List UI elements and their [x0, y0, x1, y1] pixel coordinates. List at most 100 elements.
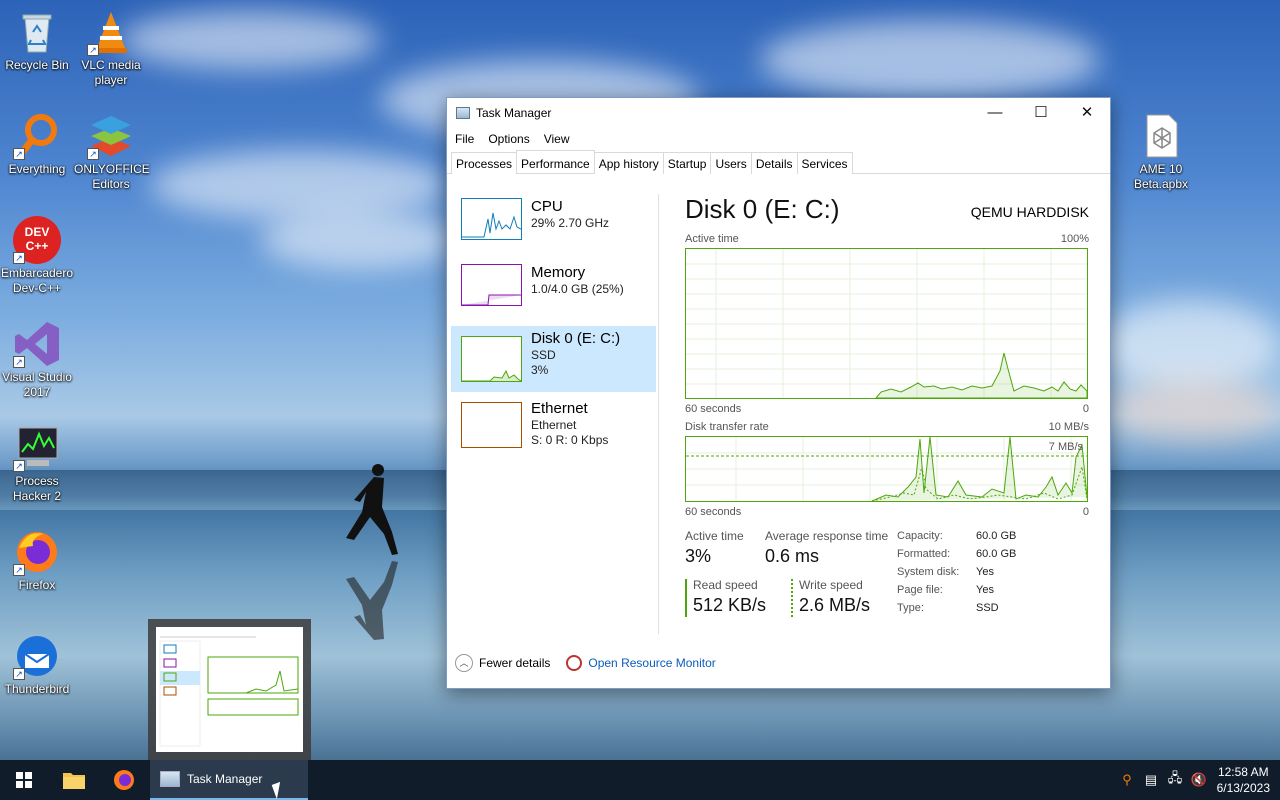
windows-logo-icon: [16, 772, 32, 788]
task-manager-icon: [456, 107, 470, 119]
task-manager-icon: [160, 771, 180, 787]
sidebar-item-detail: 29% 2.70 GHz: [531, 216, 610, 230]
transfer-rate-graph-max: 10 MB/s: [1048, 421, 1089, 433]
minimize-button[interactable]: —: [972, 98, 1018, 128]
transfer-rate-axis-right: 0: [1082, 506, 1089, 518]
desktop-icon-apbx-file[interactable]: AME 10 Beta.apbx: [1124, 112, 1198, 192]
desktop-icon-label: Recycle Bin: [5, 58, 69, 72]
taskbar-task-label: Task Manager: [187, 772, 263, 786]
avg-response-value: 0.6 ms: [765, 546, 820, 566]
sidebar-item-usage: 3%: [531, 363, 549, 377]
tab-services[interactable]: Services: [796, 152, 853, 174]
start-button[interactable]: [0, 760, 48, 800]
chevron-up-icon: ︿: [455, 654, 473, 672]
desktop-icon-everything[interactable]: ↗ Everything: [0, 112, 74, 177]
firefox-icon: [114, 770, 134, 790]
desktop-icon-label: VLC media player: [81, 58, 141, 87]
active-time-axis-left: 60 seconds: [685, 403, 742, 415]
sidebar-item-ethernet[interactable]: Ethernet Ethernet S: 0 R: 0 Kbps: [451, 392, 656, 462]
resource-monitor-link[interactable]: Open Resource Monitor: [566, 655, 716, 671]
runner-reflection: [346, 561, 398, 640]
desktop-icon-label: AME 10 Beta.apbx: [1133, 162, 1189, 191]
desktop-icon-thunderbird[interactable]: ↗ Thunderbird: [0, 632, 74, 697]
sidebar-item-throughput: S: 0 R: 0 Kbps: [531, 433, 609, 447]
tab-performance[interactable]: Performance: [516, 150, 595, 173]
active-time-graph-label: Active time: [685, 233, 739, 245]
memory-thumbnail-graph: [461, 264, 522, 306]
sidebar-item-disk[interactable]: Disk 0 (E: C:) SSD 3%: [451, 326, 656, 392]
desktop-icon-devcpp[interactable]: DEV C++ ↗ Embarcadero Dev-C++: [0, 216, 74, 296]
menu-view[interactable]: View: [544, 132, 570, 146]
footer-bar: ︿ Fewer details Open Resource Monitor: [455, 654, 716, 672]
read-speed-value: 512 KB/s: [693, 595, 767, 615]
close-icon[interactable]: ✕: [281, 619, 311, 649]
transfer-rate-graph-plot: [686, 436, 1088, 502]
shortcut-arrow-icon: ↗: [87, 148, 99, 160]
tray-network-icon[interactable]: 🖧: [1164, 760, 1186, 800]
sidebar-item-name: Memory: [531, 264, 586, 281]
ethernet-thumbnail-graph: [461, 402, 522, 448]
property-value: 60.0 GB: [976, 530, 1017, 542]
close-button[interactable]: ✕: [1064, 98, 1110, 128]
tray-app-icon[interactable]: ▤: [1140, 760, 1162, 800]
disk-title: Disk 0 (E: C:): [685, 194, 840, 224]
maximize-button[interactable]: ☐: [1018, 98, 1064, 128]
tab-startup[interactable]: Startup: [662, 152, 712, 174]
tab-users[interactable]: Users: [710, 152, 752, 174]
desktop-icon-vlc[interactable]: ↗ VLC media player: [74, 8, 148, 88]
sidebar-item-cpu[interactable]: CPU 29% 2.70 GHz: [451, 194, 656, 260]
taskbar-file-explorer[interactable]: [50, 760, 98, 800]
disk-model: QEMU HARDDISK: [970, 204, 1089, 220]
tab-details[interactable]: Details: [750, 152, 798, 174]
resource-sidebar: CPU 29% 2.70 GHz Memory 1.0/4.0 GB (25%)…: [451, 194, 656, 634]
resource-monitor-icon: [566, 655, 583, 671]
sidebar-item-detail: SSD: [531, 348, 556, 362]
tab-app-history[interactable]: App history: [593, 152, 664, 174]
active-time-stat-value: 3%: [685, 546, 712, 566]
desktop-icon-onlyoffice[interactable]: ↗ ONLYOFFICE Editors: [74, 112, 150, 192]
avg-response-label: Average response time: [765, 529, 889, 543]
shortcut-arrow-icon: ↗: [13, 564, 25, 576]
write-speed-indicator: [791, 579, 793, 617]
taskbar-thumbnail-preview[interactable]: ✕: [148, 619, 311, 760]
desktop-icon-label: Thunderbird: [4, 682, 70, 696]
desktop-icon-label: Process Hacker 2: [12, 474, 62, 503]
apbx-file-icon: [1146, 114, 1178, 158]
tab-processes[interactable]: Processes: [451, 152, 518, 174]
transfer-rate-axis-left: 60 seconds: [685, 506, 742, 518]
property-key: Page file:: [897, 584, 943, 596]
clock-date: 6/13/2023: [1216, 781, 1270, 795]
tray-everything-icon[interactable]: ⚲: [1116, 760, 1138, 800]
task-manager-window[interactable]: Task Manager — ☐ ✕ File Options View Pro…: [446, 97, 1111, 689]
desktop-icon-recycle-bin[interactable]: Recycle Bin: [0, 8, 74, 73]
resource-monitor-label: Open Resource Monitor: [588, 656, 716, 670]
property-value: Yes: [976, 584, 994, 596]
menu-options[interactable]: Options: [488, 132, 529, 146]
recycle-bin-icon: [22, 14, 52, 53]
shortcut-arrow-icon: ↗: [13, 460, 25, 472]
desktop-icon-label: ONLYOFFICE Editors: [74, 162, 150, 191]
system-clock[interactable]: 12:58 AM 6/13/2023: [1217, 764, 1270, 796]
active-time-graph-plot: [686, 249, 1088, 399]
property-value: Yes: [976, 566, 994, 578]
tray-volume-muted-icon[interactable]: 🔇: [1188, 760, 1210, 800]
title-bar[interactable]: Task Manager — ☐ ✕: [447, 98, 1110, 128]
desktop-icon-label: Visual Studio 2017: [2, 370, 72, 399]
sidebar-item-memory[interactable]: Memory 1.0/4.0 GB (25%): [451, 260, 656, 326]
taskbar: Task Manager ⚲ ▤ 🖧 🔇 12:58 AM 6/13/2023: [0, 760, 1280, 800]
desktop-icon-label: Everything: [8, 162, 66, 176]
desktop-icon-visual-studio[interactable]: ↗ Visual Studio 2017: [0, 320, 74, 400]
property-key: Capacity:: [897, 530, 943, 542]
fewer-details-button[interactable]: ︿ Fewer details: [455, 654, 550, 672]
shortcut-arrow-icon: ↗: [13, 148, 25, 160]
tab-bar: Processes Performance App history Startu…: [447, 150, 1110, 174]
shortcut-arrow-icon: ↗: [13, 668, 25, 680]
fewer-details-label: Fewer details: [479, 656, 551, 670]
desktop-icon-process-hacker[interactable]: ↗ Process Hacker 2: [0, 424, 74, 504]
shortcut-arrow-icon: ↗: [87, 44, 99, 56]
menu-file[interactable]: File: [455, 132, 474, 146]
runner-silhouette: [346, 464, 398, 555]
property-value: 60.0 GB: [976, 548, 1017, 560]
taskbar-firefox[interactable]: [100, 760, 148, 800]
desktop-icon-firefox[interactable]: ↗ Firefox: [0, 528, 74, 593]
